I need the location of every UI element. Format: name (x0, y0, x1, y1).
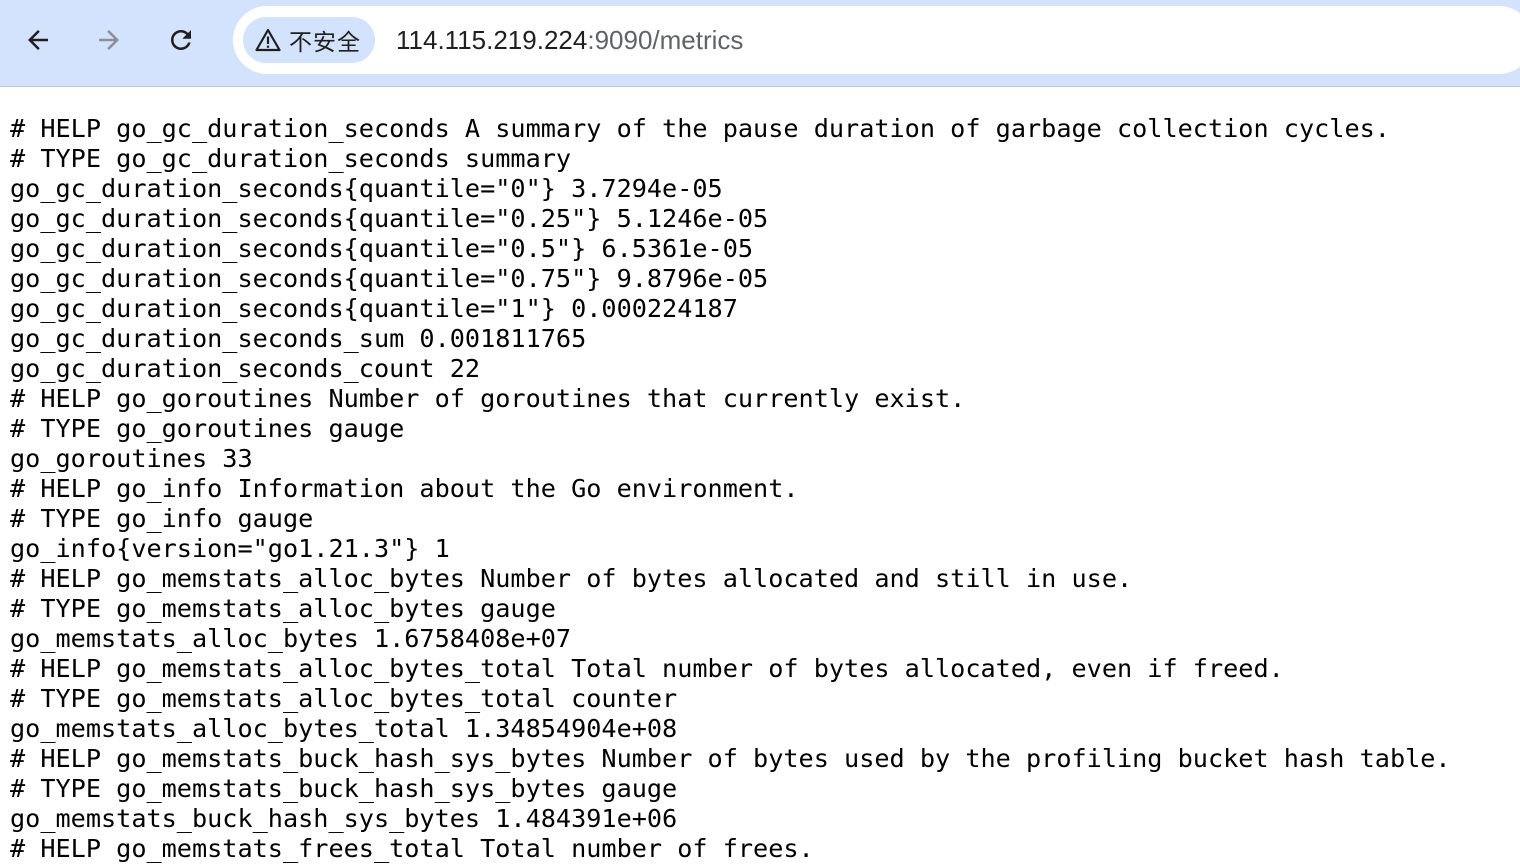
metrics-line: go_gc_duration_seconds{quantile="0.75"} … (10, 264, 769, 293)
metrics-text: # HELP go_gc_duration_seconds A summary … (10, 114, 1510, 864)
metrics-line: go_gc_duration_seconds{quantile="0.5"} 6… (10, 234, 754, 263)
metrics-line: # HELP go_gc_duration_seconds A summary … (10, 114, 1390, 143)
security-chip-label: 不安全 (289, 30, 361, 56)
metrics-line: # HELP go_memstats_alloc_bytes_total Tot… (10, 654, 1284, 683)
metrics-line: go_gc_duration_seconds_sum 0.001811765 (10, 324, 587, 353)
arrow-right-icon (99, 30, 119, 50)
metrics-line: go_memstats_alloc_bytes_total 1.34854904… (10, 714, 678, 743)
metrics-line: # TYPE go_memstats_alloc_bytes gauge (10, 594, 556, 623)
metrics-line: # TYPE go_gc_duration_seconds summary (10, 144, 572, 173)
metrics-line: # TYPE go_memstats_alloc_bytes_total cou… (10, 684, 678, 713)
metrics-line: # HELP go_goroutines Number of goroutine… (10, 384, 966, 413)
metrics-line: go_info{version="go1.21.3"} 1 (10, 534, 450, 563)
metrics-line: go_gc_duration_seconds{quantile="1"} 0.0… (10, 294, 738, 323)
metrics-line: go_memstats_buck_hash_sys_bytes 1.484391… (10, 804, 678, 833)
metrics-line: # HELP go_memstats_alloc_bytes Number of… (10, 564, 1133, 593)
back-button[interactable] (18, 20, 58, 60)
address-bar[interactable]: 不安全 114.115.219.224:9090/metrics (233, 6, 1520, 74)
metrics-line: # TYPE go_info gauge (10, 504, 314, 533)
metrics-line: go_gc_duration_seconds{quantile="0"} 3.7… (10, 174, 723, 203)
metrics-line: go_goroutines 33 (10, 444, 253, 473)
metrics-line: # TYPE go_goroutines gauge (10, 414, 405, 443)
metrics-line: # HELP go_info Information about the Go … (10, 474, 799, 503)
warning-triangle-icon (255, 28, 281, 52)
url-text[interactable]: 114.115.219.224:9090/metrics (396, 6, 743, 74)
arrow-left-icon (28, 30, 48, 50)
page-content: # HELP go_gc_duration_seconds A summary … (10, 114, 1510, 864)
metrics-line: go_memstats_alloc_bytes 1.6758408e+07 (10, 624, 572, 653)
metrics-line: go_gc_duration_seconds_count 22 (10, 354, 481, 383)
metrics-line: # TYPE go_memstats_buck_hash_sys_bytes g… (10, 774, 678, 803)
metrics-line: go_gc_duration_seconds{quantile="0.25"} … (10, 204, 769, 233)
url-path: :9090/metrics (587, 24, 744, 55)
reload-button[interactable] (161, 20, 201, 60)
metrics-line: # HELP go_memstats_buck_hash_sys_bytes N… (10, 744, 1451, 773)
security-chip[interactable]: 不安全 (243, 17, 375, 63)
forward-button[interactable] (89, 20, 129, 60)
metrics-line: # HELP go_memstats_frees_total Total num… (10, 834, 814, 863)
browser-toolbar: 不安全 114.115.219.224:9090/metrics (0, 0, 1520, 87)
url-host: 114.115.219.224 (396, 24, 588, 55)
reload-icon (171, 30, 191, 50)
